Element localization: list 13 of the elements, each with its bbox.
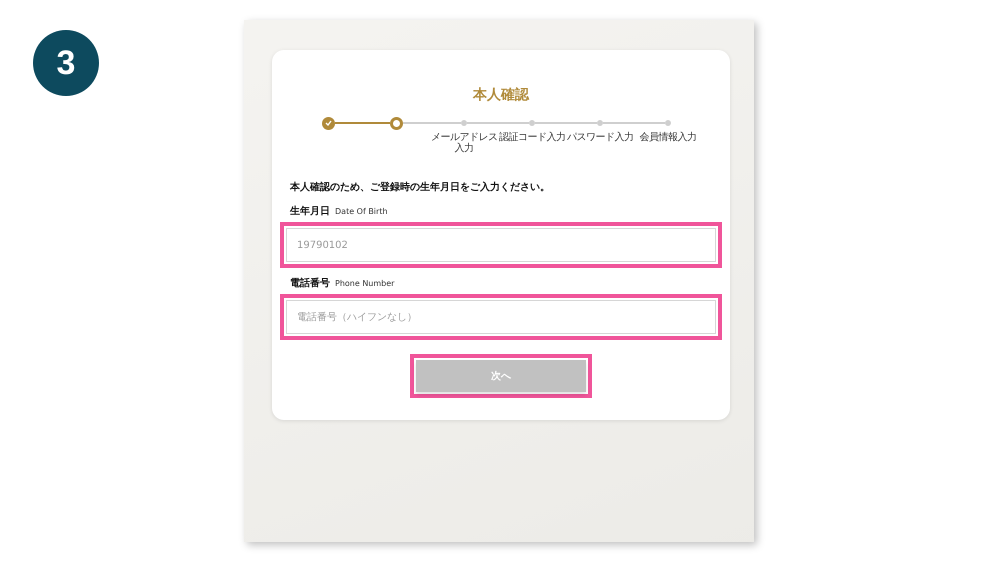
field-sublabel: Phone Number bbox=[335, 279, 394, 288]
field-label: 電話番号 bbox=[290, 276, 330, 290]
instruction-text: 本人確認のため、ご登録時の生年月日をご入力ください。 bbox=[290, 180, 551, 194]
field-sublabel: Date Of Birth bbox=[335, 207, 388, 216]
field-label: 生年月日 bbox=[290, 204, 330, 218]
step-number-badge: 3 bbox=[33, 30, 99, 96]
step-label: パスワード入力 bbox=[566, 132, 634, 143]
step-label: 認証コード入力 bbox=[498, 132, 566, 143]
input-field[interactable]: 電話番号（ハイフンなし） bbox=[286, 300, 716, 334]
step-label: メールアドレス入力 bbox=[430, 132, 498, 154]
input-field[interactable]: 19790102 bbox=[286, 228, 716, 262]
step-label: 会員情報入力 bbox=[640, 132, 696, 143]
page-title: 本人確認 bbox=[473, 86, 529, 104]
